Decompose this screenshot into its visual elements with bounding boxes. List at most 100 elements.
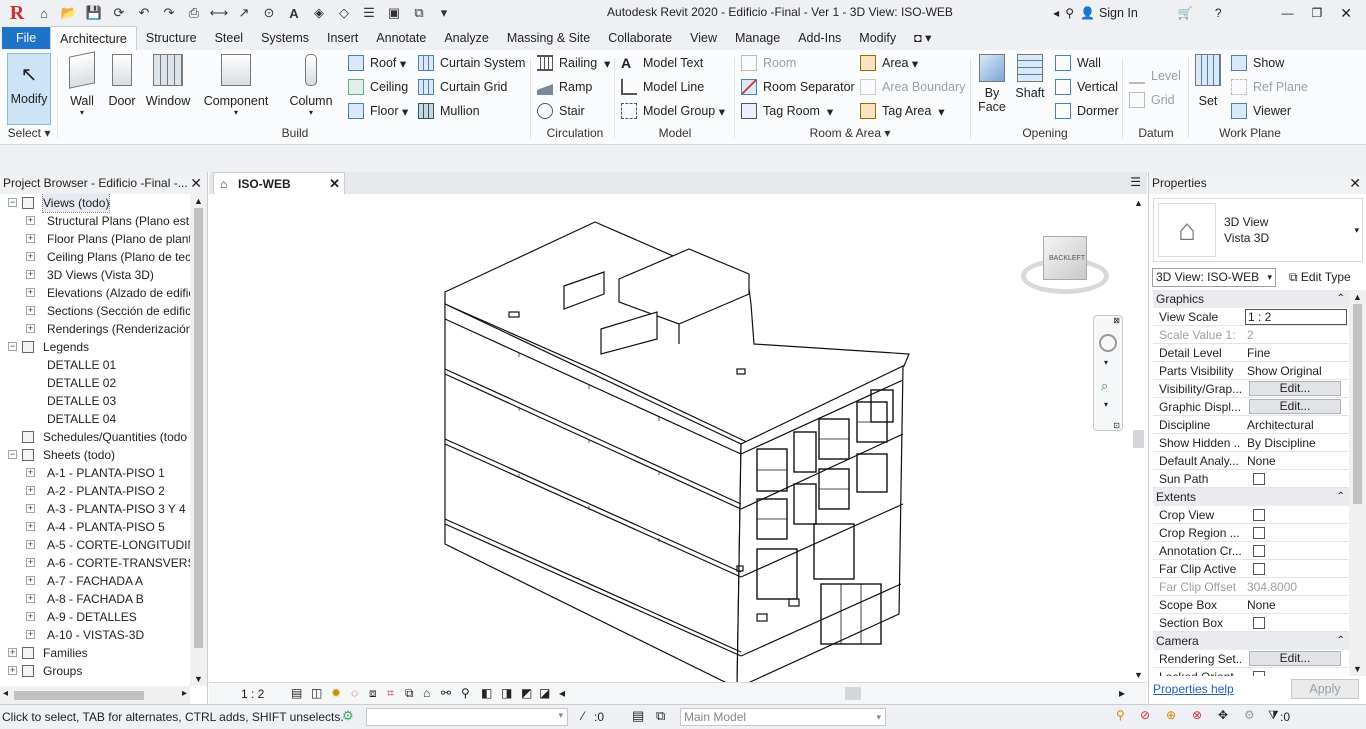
expand-icon[interactable]: + (26, 540, 35, 549)
tab-insert[interactable]: Insert (318, 26, 367, 50)
property-value[interactable]: Fine (1245, 344, 1347, 362)
browser-tree-item[interactable]: DETALLE 04 (0, 410, 190, 428)
steering-wheel-icon[interactable] (1099, 334, 1117, 352)
property-row[interactable]: Far Clip Offset 304.8000 (1153, 578, 1349, 596)
browser-tree-item[interactable]: − Views (todo) (0, 194, 190, 213)
tab-massing-site[interactable]: Massing & Site (498, 26, 599, 50)
window-button[interactable]: Window (145, 54, 191, 108)
tag-icon[interactable]: ⊙ (258, 3, 280, 23)
building-3d-model[interactable] (209, 194, 1147, 704)
section-icon[interactable]: ◇ (333, 3, 355, 23)
property-value[interactable]: None (1245, 452, 1347, 470)
roof-button[interactable]: Roof ▾ (348, 55, 406, 71)
tab-annotate[interactable]: Annotate (367, 26, 435, 50)
property-value[interactable]: 304.8000 (1245, 578, 1347, 596)
thin-lines-icon[interactable]: ☰ (358, 3, 380, 23)
customize-qat-icon[interactable]: ▾ (433, 3, 455, 23)
floor-button[interactable]: Floor ▾ (348, 103, 408, 119)
property-row[interactable]: Annotation Cr... (1153, 542, 1349, 560)
property-row[interactable]: Section Box (1153, 614, 1349, 632)
home-icon[interactable]: ⌂ (33, 3, 55, 23)
view-control-scroll-left[interactable]: ◂ (559, 686, 565, 700)
browser-tree-item[interactable]: − Sheets (todo) (0, 446, 190, 464)
property-edit-button[interactable]: Edit... (1249, 651, 1341, 666)
properties-vertical-scrollbar[interactable]: ▲ ▼ (1349, 290, 1366, 676)
set-workplane-button[interactable]: Set (1192, 54, 1224, 108)
design-options-icon[interactable]: ▤ (632, 708, 644, 724)
column-button[interactable]: Column ▾ (288, 54, 334, 117)
unlock-3d-icon[interactable]: ⌂ (423, 686, 430, 700)
view-control-scroll-right[interactable]: ▸ (1119, 686, 1125, 700)
ceiling-button[interactable]: Ceiling (348, 79, 408, 95)
analytical-model-icon[interactable]: ◪ (539, 686, 550, 700)
mullion-button[interactable]: Mullion (418, 103, 480, 119)
view-scale-selector[interactable]: 1 : 2 (241, 687, 264, 701)
expand-icon[interactable]: + (26, 216, 35, 225)
editable-only-icon[interactable]: ⁄ (582, 709, 584, 723)
print-icon[interactable]: ⎙ (183, 3, 205, 23)
minimize-button[interactable]: — (1282, 6, 1294, 20)
tab-architecture[interactable]: Architecture (50, 26, 137, 50)
browser-tree-item[interactable]: DETALLE 01 (0, 356, 190, 374)
temp-hide-icon[interactable]: ⚯ (441, 686, 451, 700)
expand-icon[interactable]: + (26, 576, 35, 585)
viewer-button[interactable]: Viewer (1231, 103, 1291, 119)
area-button[interactable]: Area ▾ (860, 55, 918, 71)
expand-icon[interactable]: + (26, 288, 35, 297)
railing-button[interactable]: Railing ▾ (537, 55, 610, 71)
stair-button[interactable]: Stair (537, 103, 585, 119)
expand-icon[interactable]: + (26, 486, 35, 495)
zoom-region-icon[interactable]: ⌕ (1101, 378, 1108, 394)
browser-tree-item[interactable]: DETALLE 03 (0, 392, 190, 410)
dormer-button[interactable]: Dormer (1055, 103, 1119, 119)
browser-tree-item[interactable]: + Floor Plans (Plano de plant (0, 230, 190, 248)
curtain-grid-button[interactable]: Curtain Grid (418, 79, 507, 95)
shadows-icon[interactable]: ◌ (351, 686, 358, 700)
crop-view-icon[interactable]: ⌗ (387, 686, 394, 701)
crop-region-icon[interactable]: ⧉ (405, 686, 414, 701)
expand-icon[interactable]: + (26, 612, 35, 621)
door-button[interactable]: Door (106, 54, 138, 108)
select-underlay-icon[interactable]: ⊘ (1140, 708, 1150, 722)
sign-in-link[interactable]: Sign In (1099, 6, 1138, 20)
property-row[interactable]: Detail Level Fine (1153, 344, 1349, 362)
property-row[interactable]: Sun Path (1153, 470, 1349, 488)
browser-tree-item[interactable]: − Legends (0, 338, 190, 356)
cart-icon[interactable]: 🛒 (1178, 6, 1193, 20)
property-row[interactable]: Crop Region ... (1153, 524, 1349, 542)
visual-style-icon[interactable]: ◫ (311, 686, 322, 700)
property-value[interactable]: None (1245, 596, 1347, 614)
tab-systems[interactable]: Systems (252, 26, 318, 50)
close-hidden-icon[interactable]: ▣ (383, 3, 405, 23)
dimension-icon[interactable]: ↗ (233, 3, 255, 23)
property-value-input[interactable]: 1 : 2 (1245, 309, 1347, 325)
component-button[interactable]: Component ▾ (203, 54, 269, 117)
browser-tree-item[interactable]: + A-6 - CORTE-TRANSVERSA (0, 554, 190, 572)
zoom-dropdown-icon[interactable]: ▾ (1104, 400, 1108, 409)
property-checkbox[interactable] (1253, 527, 1265, 539)
by-face-button[interactable]: By Face (975, 54, 1009, 114)
browser-tree-item[interactable]: DETALLE 02 (0, 374, 190, 392)
exclude-options-icon[interactable]: ⧉ (656, 708, 665, 724)
room-button[interactable]: Room (741, 55, 796, 71)
grid-button[interactable]: Grid (1129, 92, 1175, 108)
view-vertical-scrollbar[interactable]: ▲ ▼ (1130, 194, 1147, 682)
apply-button[interactable]: Apply (1291, 679, 1359, 699)
tab-add-ins[interactable]: Add-Ins (789, 26, 850, 50)
collapse-icon[interactable]: − (8, 342, 17, 351)
browser-tree-item[interactable]: + Renderings (Renderización (0, 320, 190, 338)
view-tab-iso-web[interactable]: ⌂ ISO-WEB ✕ (213, 172, 345, 194)
wall-button[interactable]: Wall ▾ (64, 51, 100, 117)
filter-icon[interactable]: ⧩ (1268, 708, 1279, 723)
edit-type-button[interactable]: ⧉ Edit Type (1289, 268, 1351, 286)
expand-icon[interactable]: + (26, 630, 35, 639)
show-workplane-button[interactable]: Show (1231, 55, 1284, 71)
expand-icon[interactable]: + (8, 666, 17, 675)
property-value[interactable]: By Discipline (1245, 434, 1347, 452)
property-row[interactable]: Crop View (1153, 506, 1349, 524)
3d-view-icon[interactable]: ◈ (308, 3, 330, 23)
tab-modify[interactable]: Modify (850, 26, 905, 50)
browser-tree-item[interactable]: +3D Views (Vista 3D) (0, 266, 190, 284)
rendering-dialog-icon[interactable]: ⧈ (369, 686, 377, 701)
browser-tree-item[interactable]: + A-2 - PLANTA-PISO 2 (0, 482, 190, 500)
